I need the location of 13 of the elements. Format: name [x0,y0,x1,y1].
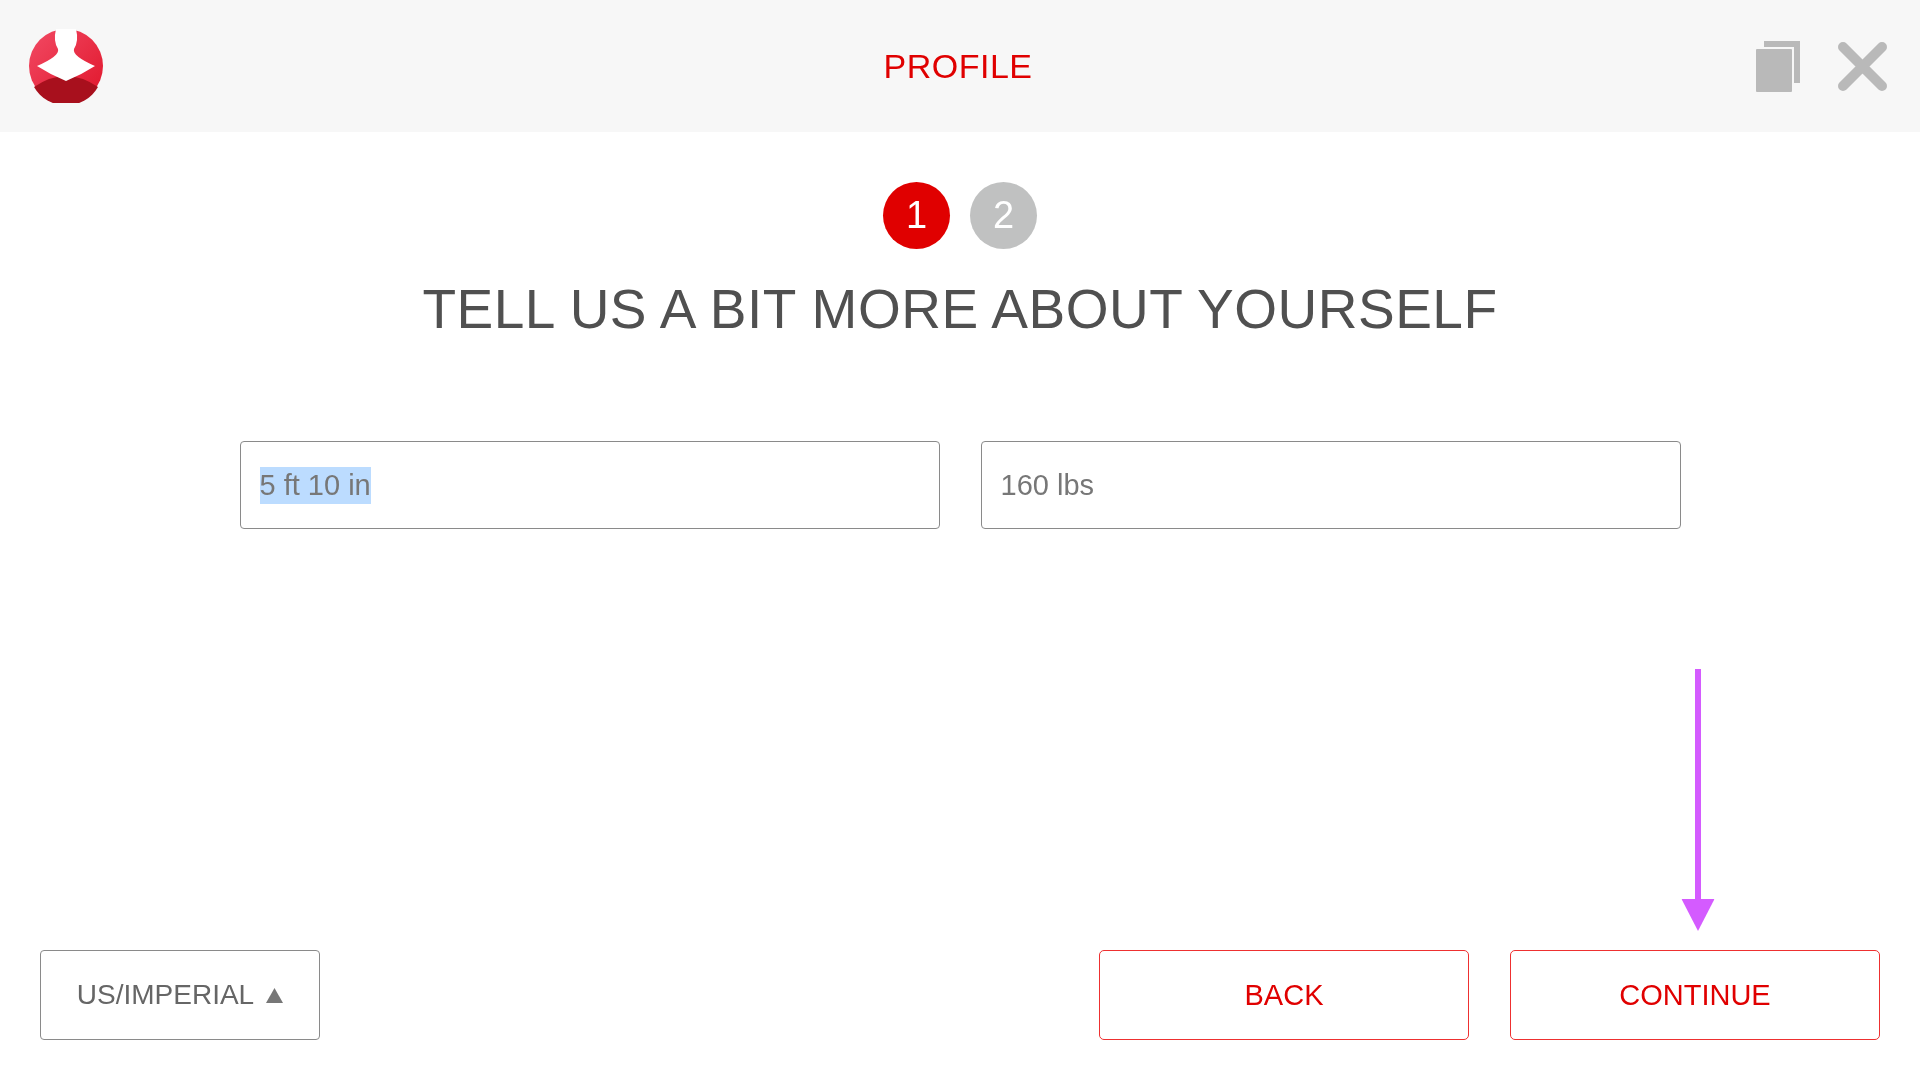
logo-icon [29,29,103,103]
step-indicator: 1 [883,182,950,249]
triangle-up-icon [266,987,284,1003]
input-field[interactable]: 160 lbs [980,441,1681,529]
step-indicator: 2 [970,182,1037,249]
page-title: PROFILE [883,46,1033,86]
close-icon[interactable] [1838,41,1887,91]
page-heading: TELL US A BIT MORE ABOUT YOURSELF [422,277,1498,341]
copy-icon[interactable] [1756,40,1800,92]
action-button[interactable]: CONTINUE [1510,950,1880,1040]
action-button[interactable]: BACK [1099,950,1469,1040]
input-field[interactable]: 5 ft 10 in [239,441,940,529]
unit-dropdown-button[interactable]: US/IMPERIAL [40,950,320,1040]
